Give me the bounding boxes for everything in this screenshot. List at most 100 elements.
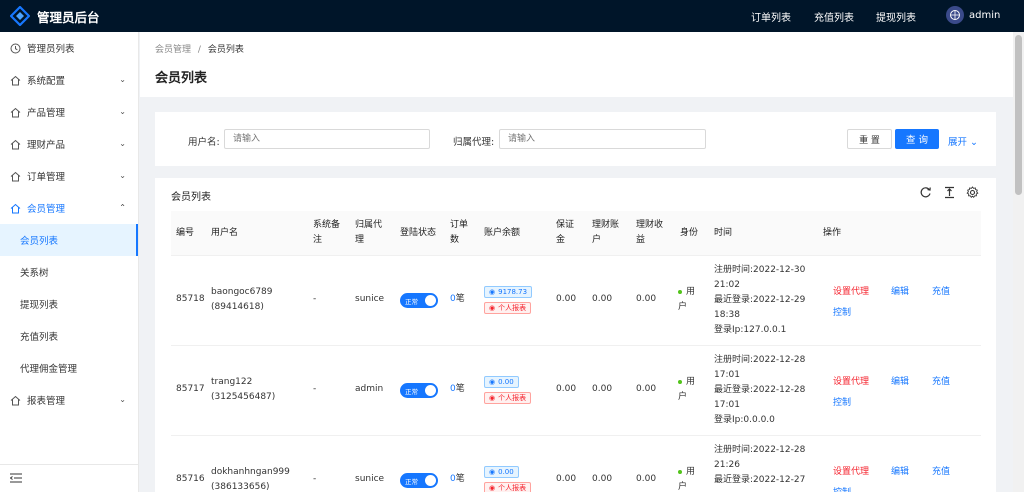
cell-username: trang122 (3125456487) [211, 377, 276, 402]
username: admin [969, 9, 1001, 21]
cell-id: 85716 [176, 474, 205, 484]
nav-recharge[interactable]: 充值列表 [814, 0, 854, 32]
expand-button[interactable]: 展开 ⌄ [948, 134, 978, 148]
logo-icon [9, 5, 31, 27]
th-time: 时间 [714, 228, 733, 238]
cell-fin-account: 0.00 [592, 294, 613, 304]
cell-orders[interactable]: 0笔 [450, 382, 465, 397]
home-icon [10, 395, 21, 406]
sidebar-item-system-config[interactable]: 系统配置 ⌄ [0, 64, 138, 96]
page-scrollbar[interactable] [1013, 32, 1024, 492]
reset-button[interactable]: 重 置 [847, 129, 892, 149]
sidebar-sub-agent-commission[interactable]: 代理佣金管理 [0, 352, 138, 384]
login-status-toggle[interactable]: 正常 [400, 293, 438, 308]
cell-identity: 用户 [678, 377, 696, 402]
set-agent-link[interactable]: 设置代理 [833, 464, 869, 477]
cell-orders[interactable]: 0笔 [450, 292, 465, 307]
home-icon [10, 107, 21, 118]
logo[interactable]: 管理员后台 [0, 5, 150, 27]
breadcrumb-member-mgmt[interactable]: 会员管理 [155, 45, 191, 55]
cell-orders[interactable]: 0笔 [450, 472, 465, 487]
collapse-sidebar-button[interactable] [0, 464, 138, 492]
sidebar-item-order-mgmt[interactable]: 订单管理 ⌄ [0, 160, 138, 192]
chevron-down-icon: ⌄ [119, 139, 126, 148]
recharge-link[interactable]: 充值 [932, 284, 950, 297]
th-fin-account: 理财账户 [592, 220, 620, 245]
cell-agent: sunice [355, 294, 385, 304]
sidebar-item-product-mgmt[interactable]: 产品管理 ⌄ [0, 96, 138, 128]
cell-fin-account: 0.00 [592, 474, 613, 484]
clock-icon [10, 43, 21, 54]
set-agent-link[interactable]: 设置代理 [833, 374, 869, 387]
member-table-card: 会员列表 编号 用户名 系统备注 归属代理 登陆状态 订单数 账户余额 保证金 … [155, 178, 996, 492]
chevron-down-icon: ⌄ [119, 107, 126, 116]
table-header: 编号 用户名 系统备注 归属代理 登陆状态 订单数 账户余额 保证金 理财账户 … [171, 211, 981, 256]
sidebar-sub-recharge-list[interactable]: 充值列表 [0, 320, 138, 352]
chevron-up-icon: ⌃ [119, 203, 126, 212]
sidebar-sub-withdraw-list[interactable]: 提现列表 [0, 288, 138, 320]
eye-icon: ◉ [489, 378, 496, 386]
search-form: 用户名: 归属代理: 重 置 查 询 展开 ⌄ [155, 112, 996, 166]
sidebar-item-report-mgmt[interactable]: 报表管理 ⌄ [0, 384, 138, 416]
personal-report-tag[interactable]: ◉ 个人报表 [484, 482, 532, 492]
recharge-link[interactable]: 充值 [932, 374, 950, 387]
th-orders: 订单数 [450, 220, 469, 245]
column-height-icon[interactable] [943, 186, 957, 200]
home-icon [10, 203, 21, 214]
status-dot [678, 379, 682, 384]
set-agent-link[interactable]: 设置代理 [833, 284, 869, 297]
cell-remark: - [313, 294, 317, 304]
home-icon [10, 75, 21, 86]
reload-icon[interactable] [919, 186, 933, 200]
scrollbar-thumb[interactable] [1015, 35, 1022, 195]
breadcrumb-current: 会员列表 [207, 45, 244, 55]
cell-deposit: 0.00 [556, 384, 577, 394]
control-link[interactable]: 控制 [833, 395, 851, 408]
page-title: 会员列表 [155, 71, 208, 86]
personal-report-tag[interactable]: ◉ 个人报表 [484, 392, 532, 404]
sidebar-sub-relation-tree[interactable]: 关系树 [0, 256, 138, 288]
sidebar-item-admin-list[interactable]: 管理员列表 [0, 32, 138, 64]
nav-withdraw[interactable]: 提现列表 [876, 0, 916, 32]
th-deposit: 保证金 [556, 220, 575, 245]
menu-fold-icon [9, 472, 22, 486]
avatar [946, 6, 964, 24]
username-label: 用户名: [188, 137, 220, 148]
cell-id: 85718 [176, 294, 205, 304]
home-icon [10, 139, 21, 150]
eye-icon: ◉ [489, 288, 496, 296]
balance-tag[interactable]: ◉ 0.00 [484, 376, 519, 388]
breadcrumb-separator: / [197, 45, 201, 55]
recharge-link[interactable]: 充值 [932, 464, 950, 477]
sidebar-item-member-mgmt[interactable]: 会员管理 ⌃ [0, 192, 138, 224]
login-status-toggle[interactable]: 正常 [400, 473, 438, 488]
cell-time: 注册时间:2022-12-28 17:01 最近登录:2022-12-28 17:… [714, 355, 806, 425]
table-caption: 会员列表 [171, 192, 211, 203]
chevron-down-icon: ⌄ [119, 171, 126, 180]
user-menu[interactable]: admin [946, 6, 1000, 24]
control-link[interactable]: 控制 [833, 305, 851, 318]
username-input[interactable] [224, 129, 430, 149]
agent-input[interactable] [499, 129, 706, 149]
sidebar-item-finance-product[interactable]: 理财产品 ⌄ [0, 128, 138, 160]
query-button[interactable]: 查 询 [895, 129, 939, 149]
app-title: 管理员后台 [37, 9, 100, 25]
nav-orders[interactable]: 订单列表 [751, 0, 791, 32]
control-link[interactable]: 控制 [833, 485, 851, 492]
edit-link[interactable]: 编辑 [891, 464, 909, 477]
sidebar: 管理员列表 系统配置 ⌄ 产品管理 ⌄ 理财产品 ⌄ 订单管理 ⌄ 会员管理 ⌃… [0, 32, 139, 492]
cell-fin-account: 0.00 [592, 384, 613, 394]
top-header: 管理员后台 订单列表 充值列表 提现列表 admin [0, 0, 1024, 32]
balance-tag[interactable]: ◉ 0.00 [484, 466, 519, 478]
edit-link[interactable]: 编辑 [891, 284, 909, 297]
gear-icon[interactable] [966, 186, 980, 200]
sidebar-sub-member-list[interactable]: 会员列表 [0, 224, 138, 256]
cell-agent: admin [355, 384, 384, 394]
login-status-toggle[interactable]: 正常 [400, 383, 438, 398]
balance-tag[interactable]: ◉ 9178.73 [484, 286, 533, 298]
cell-id: 85717 [176, 384, 205, 394]
edit-link[interactable]: 编辑 [891, 374, 909, 387]
th-remark: 系统备注 [313, 220, 341, 245]
eye-icon: ◉ [489, 484, 496, 492]
personal-report-tag[interactable]: ◉ 个人报表 [484, 302, 532, 314]
